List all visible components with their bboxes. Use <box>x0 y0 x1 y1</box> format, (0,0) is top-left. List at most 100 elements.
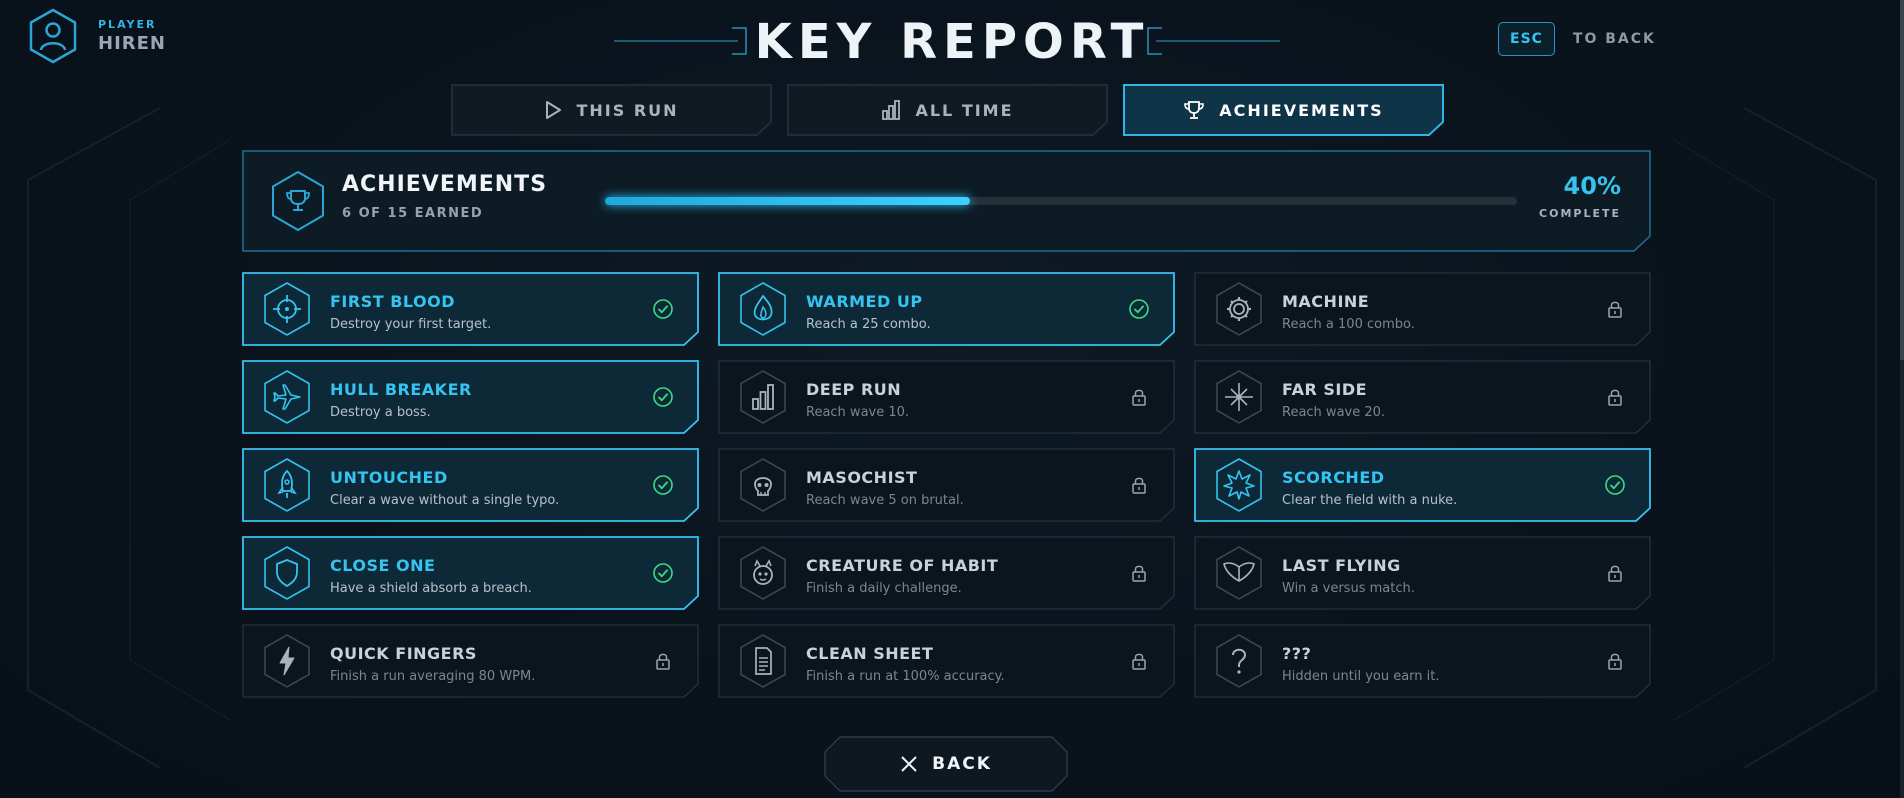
achievement-description: Reach a 100 combo. <box>1282 317 1415 332</box>
achievement-title: LAST FLYING <box>1282 556 1401 575</box>
achievement-description: Destroy your first target. <box>330 317 492 332</box>
achievement-title: UNTOUCHED <box>330 468 448 487</box>
question-icon <box>1216 634 1262 688</box>
achievement-description: Clear the field with a nuke. <box>1282 493 1458 508</box>
starburst-icon <box>1216 370 1262 424</box>
summary-complete-label: COMPLETE <box>1539 207 1621 220</box>
document-icon <box>740 634 786 688</box>
achievement-title: CLEAN SHEET <box>806 644 934 663</box>
tab-all-time[interactable]: ALL TIME <box>787 84 1108 136</box>
achievement-card[interactable]: CLOSE ONE Have a shield absorb a breach. <box>242 536 699 610</box>
achievement-title: MASOCHIST <box>806 468 918 487</box>
tab-label: ACHIEVEMENTS <box>1219 100 1384 120</box>
achievement-card[interactable]: LAST FLYING Win a versus match. <box>1194 536 1651 610</box>
achievement-card[interactable]: ??? Hidden until you earn it. <box>1194 624 1651 698</box>
trophy-icon <box>1184 101 1205 119</box>
achievement-card[interactable]: MASOCHIST Reach wave 5 on brutal. <box>718 448 1175 522</box>
esc-label: TO BACK <box>1572 31 1656 47</box>
lock-icon <box>1132 653 1146 670</box>
creature-icon <box>740 546 786 600</box>
achievement-card[interactable]: CLEAN SHEET Finish a run at 100% accuracy… <box>718 624 1175 698</box>
achievement-description: Hidden until you earn it. <box>1282 669 1440 684</box>
close-icon <box>901 756 917 772</box>
achievement-description: Win a versus match. <box>1282 581 1415 596</box>
achievement-card[interactable]: DEEP RUN Reach wave 10. <box>718 360 1175 434</box>
rocket-icon <box>264 458 310 512</box>
trophy-icon <box>272 170 324 232</box>
wings-icon <box>1216 546 1262 600</box>
esc-back-hint[interactable]: ESC TO BACK <box>1498 22 1656 56</box>
play-icon <box>546 101 562 119</box>
scrollbar-thumb[interactable] <box>1900 0 1904 360</box>
bars-icon <box>740 370 786 424</box>
jet-icon <box>264 370 310 424</box>
tab-label: THIS RUN <box>576 100 679 120</box>
progress-fill <box>605 197 970 205</box>
check-icon <box>653 387 673 407</box>
gear-icon <box>1216 282 1262 336</box>
tab-bar: THIS RUN ALL TIME ACHIEVEMENTS <box>451 84 1444 136</box>
explosion-icon <box>1216 458 1262 512</box>
achievement-description: Reach a 25 combo. <box>806 317 931 332</box>
achievement-title: SCORCHED <box>1282 468 1385 487</box>
lock-icon <box>1608 565 1622 582</box>
achievement-title: MACHINE <box>1282 292 1370 311</box>
tab-label: ALL TIME <box>915 100 1014 120</box>
achievement-card[interactable]: CREATURE OF HABIT Finish a daily challeng… <box>718 536 1175 610</box>
check-icon <box>1129 299 1149 319</box>
achievements-summary: ACHIEVEMENTS 6 OF 15 EARNED 40% COMPLETE <box>242 150 1651 252</box>
lock-icon <box>1132 565 1146 582</box>
scrollbar[interactable] <box>1900 0 1904 798</box>
achievement-card[interactable]: QUICK FINGERS Finish a run averaging 80 W… <box>242 624 699 698</box>
back-button[interactable]: BACK <box>824 736 1068 792</box>
shield-icon <box>264 546 310 600</box>
achievement-card[interactable]: MACHINE Reach a 100 combo. <box>1194 272 1651 346</box>
check-icon <box>653 475 673 495</box>
lock-icon <box>1608 653 1622 670</box>
achievement-description: Finish a daily challenge. <box>806 581 962 596</box>
achievement-title: CLOSE ONE <box>330 556 436 575</box>
achievement-description: Have a shield absorb a breach. <box>330 581 532 596</box>
tab-this-run[interactable]: THIS RUN <box>451 84 772 136</box>
achievement-card[interactable]: WARMED UP Reach a 25 combo. <box>718 272 1175 346</box>
achievement-card[interactable]: FAR SIDE Reach wave 20. <box>1194 360 1651 434</box>
summary-title: ACHIEVEMENTS <box>342 172 548 197</box>
lock-icon <box>1608 389 1622 406</box>
achievement-title: ??? <box>1282 644 1312 663</box>
achievement-title: QUICK FINGERS <box>330 644 477 663</box>
achievement-card[interactable]: FIRST BLOOD Destroy your first target. <box>242 272 699 346</box>
achievement-title: CREATURE OF HABIT <box>806 556 999 575</box>
progress-bar <box>605 197 1517 205</box>
achievement-description: Finish a run averaging 80 WPM. <box>330 669 536 684</box>
lock-icon <box>1132 477 1146 494</box>
achievement-description: Finish a run at 100% accuracy. <box>806 669 1005 684</box>
achievement-card[interactable]: UNTOUCHED Clear a wave without a single t… <box>242 448 699 522</box>
achievement-description: Clear a wave without a single typo. <box>330 493 560 508</box>
achievements-grid: FIRST BLOOD Destroy your first target. WAR… <box>242 272 1652 698</box>
achievement-description: Destroy a boss. <box>330 405 431 420</box>
lock-icon <box>1608 301 1622 318</box>
esc-key[interactable]: ESC <box>1498 22 1555 56</box>
check-icon <box>653 299 673 319</box>
achievement-description: Reach wave 20. <box>1282 405 1386 420</box>
achievement-title: DEEP RUN <box>806 380 902 399</box>
lock-icon <box>1132 389 1146 406</box>
skull-icon <box>740 458 786 512</box>
achievement-description: Reach wave 10. <box>806 405 910 420</box>
achievement-title: FIRST BLOOD <box>330 292 456 311</box>
achievement-card[interactable]: HULL BREAKER Destroy a boss. <box>242 360 699 434</box>
achievement-title: WARMED UP <box>806 292 923 311</box>
tab-achievements[interactable]: ACHIEVEMENTS <box>1123 84 1444 136</box>
check-icon <box>1605 475 1625 495</box>
achievement-title: FAR SIDE <box>1282 380 1368 399</box>
check-icon <box>653 563 673 583</box>
lightning-icon <box>264 634 310 688</box>
summary-percent: 40% <box>1563 172 1621 200</box>
flame-icon <box>740 282 786 336</box>
title-decoration-right <box>1147 27 1280 55</box>
lock-icon <box>656 653 670 670</box>
achievement-card[interactable]: SCORCHED Clear the field with a nuke. <box>1194 448 1651 522</box>
crosshair-icon <box>264 282 310 336</box>
achievement-title: HULL BREAKER <box>330 380 472 399</box>
achievement-description: Reach wave 5 on brutal. <box>806 493 964 508</box>
